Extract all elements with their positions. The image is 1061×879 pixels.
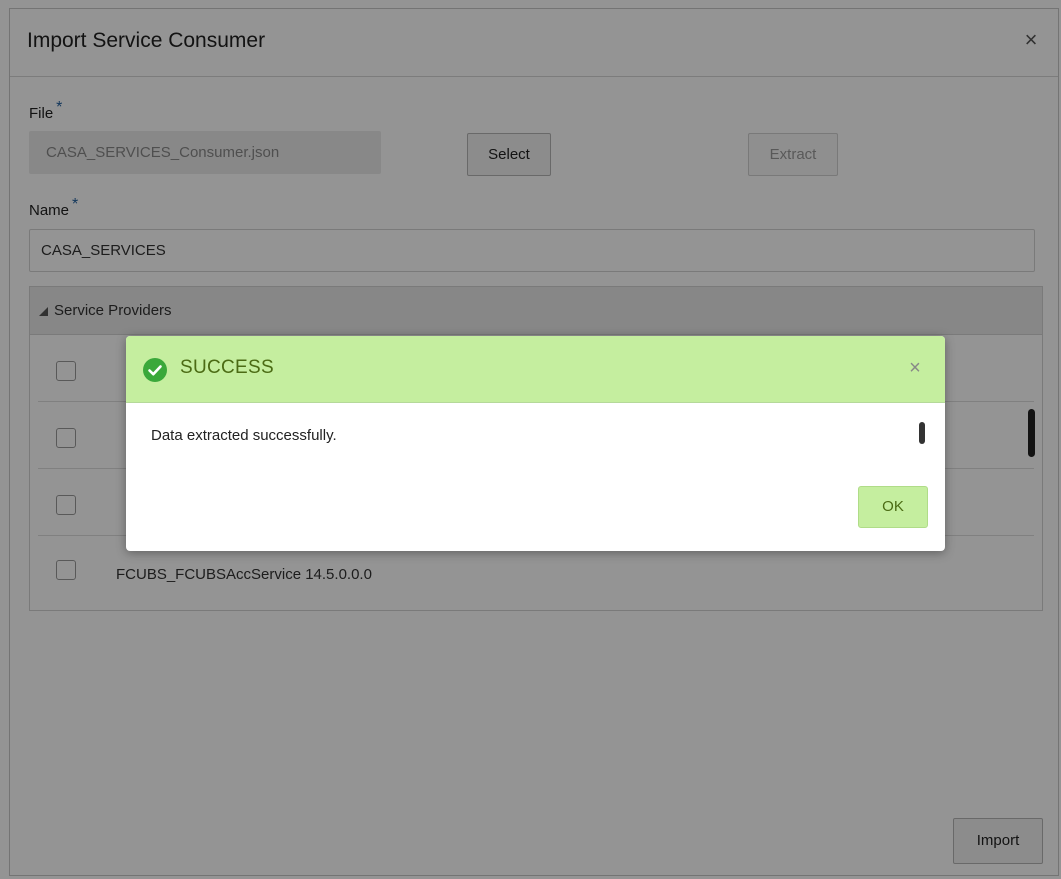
success-modal-title: SUCCESS	[180, 357, 274, 378]
success-message: Data extracted successfully.	[151, 427, 337, 444]
modal-close-icon[interactable]: ×	[905, 358, 925, 378]
ok-button[interactable]: OK	[858, 486, 928, 528]
success-modal: SUCCESS × Data extracted successfully. O…	[126, 336, 945, 551]
modal-scrollbar[interactable]	[919, 422, 925, 444]
success-modal-header: SUCCESS ×	[126, 336, 945, 403]
check-circle-icon	[143, 358, 167, 382]
